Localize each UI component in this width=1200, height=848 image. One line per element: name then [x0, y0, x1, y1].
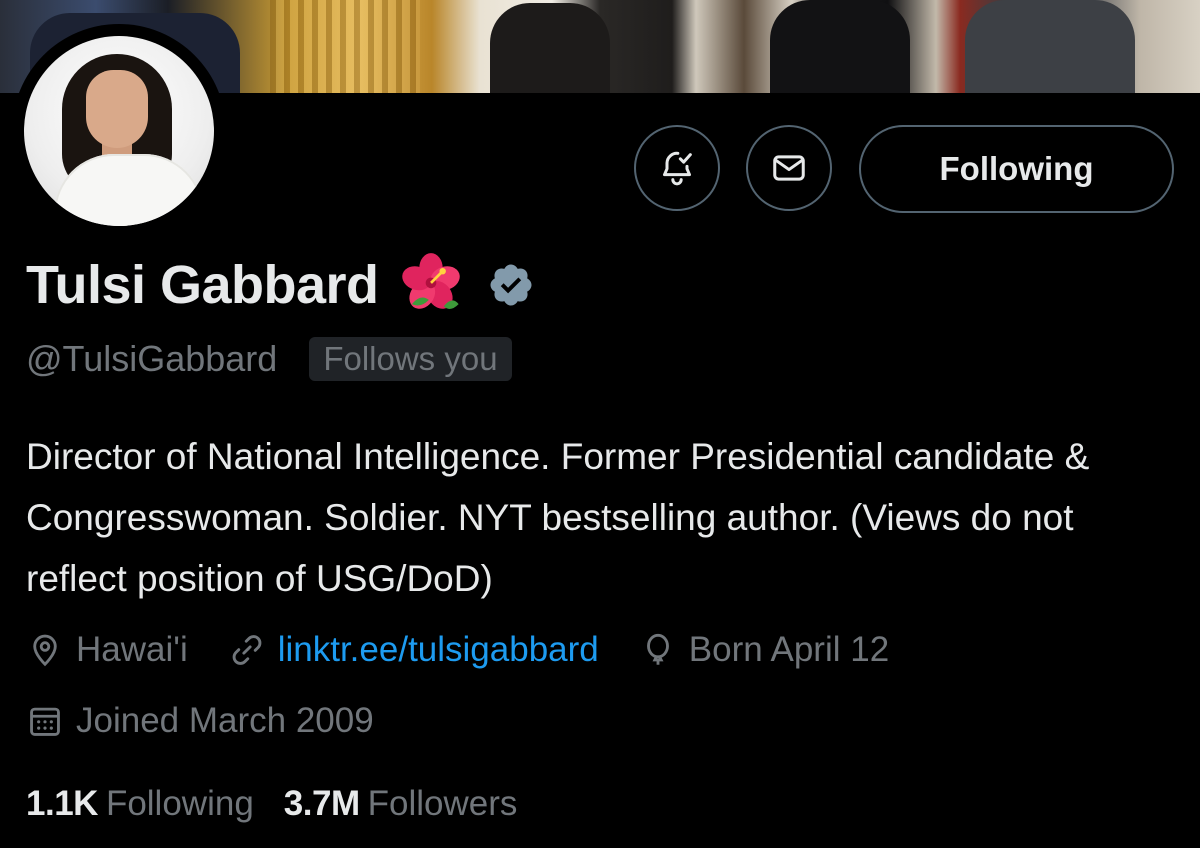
message-button[interactable] [746, 125, 832, 211]
followers-count: 3.7M [283, 784, 360, 823]
link-icon [232, 635, 262, 665]
followers-count-link[interactable]: 3.7M Followers [284, 784, 518, 824]
following-count-label: Following [105, 784, 254, 823]
joined-text: Joined March 2009 [76, 701, 374, 740]
banner-figure [965, 0, 1135, 93]
verified-badge-icon [490, 264, 532, 306]
profile-joined-row: Joined March 2009 [26, 697, 414, 745]
display-name-row: Tulsi Gabbard [26, 252, 535, 318]
calendar-icon [30, 707, 60, 736]
website-link[interactable]: linktr.ee/tulsigabbard [278, 630, 599, 670]
follow-counts: 1.1K Following 3.7M Followers [26, 780, 547, 828]
display-name: Tulsi Gabbard [26, 255, 379, 315]
avatar[interactable] [24, 36, 214, 226]
notifications-button[interactable] [634, 125, 720, 211]
banner-figure [770, 0, 910, 93]
location-pin-icon [33, 634, 57, 667]
profile-bio: Director of National Intelligence. Forme… [26, 436, 1090, 599]
balloon-icon [646, 633, 669, 665]
banner-drape [270, 0, 420, 93]
follows-you-badge: Follows you [309, 337, 512, 381]
avatar-face [86, 70, 148, 148]
handle-row: @TulsiGabbard Follows you [26, 334, 512, 384]
location-text: Hawai'i [76, 630, 188, 669]
envelope-icon [773, 155, 805, 181]
following-count-link[interactable]: 1.1K Following [26, 784, 254, 824]
location-item: Hawai'i [26, 630, 188, 670]
birthday-text: Born April 12 [688, 630, 890, 669]
birthday-item: Born April 12 [639, 630, 889, 670]
following-count: 1.1K [26, 784, 98, 823]
bell-check-icon [663, 151, 692, 186]
following-button[interactable]: Following [859, 125, 1174, 213]
profile-meta-row: Hawai'i linktr.ee/tulsigabbard Born Apri… [26, 626, 929, 674]
website-item: linktr.ee/tulsigabbard [228, 630, 599, 670]
joined-item: Joined March 2009 [26, 701, 374, 741]
username-handle: @TulsiGabbard [26, 338, 278, 379]
avatar-ring [12, 24, 226, 238]
hibiscus-emoji-icon [401, 253, 460, 309]
banner-figure [490, 3, 610, 93]
followers-count-label: Followers [367, 784, 518, 823]
